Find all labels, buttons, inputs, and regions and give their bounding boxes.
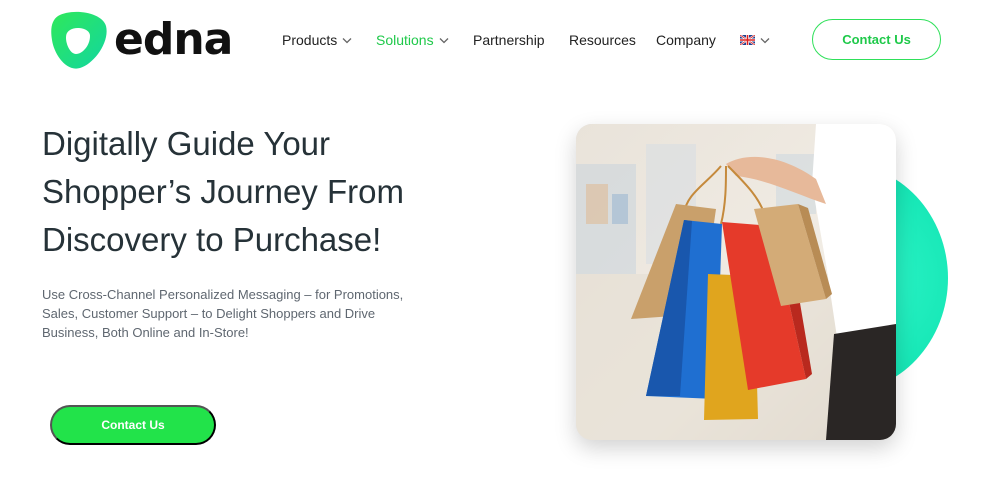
brand-name: edna: [114, 14, 233, 65]
nav-item-label: Solutions: [376, 32, 434, 48]
language-selector[interactable]: [740, 30, 770, 50]
chevron-down-icon: [439, 37, 449, 43]
hero-title: Digitally Guide Your Shopper’s Journey F…: [42, 125, 404, 258]
chevron-down-icon: [760, 37, 770, 43]
site-header: edna Products Solutions Partnership Reso…: [0, 0, 986, 80]
edna-logo-mark-icon: [51, 11, 107, 69]
hero-subtitle: Use Cross-Channel Personalized Messaging…: [42, 287, 404, 340]
uk-flag-icon: [740, 35, 755, 45]
nav-item-products[interactable]: Products: [282, 30, 376, 50]
edna-logo[interactable]: edna: [50, 10, 233, 70]
hero-contact-button[interactable]: Contact Us: [50, 405, 216, 445]
nav-item-partnership[interactable]: Partnership: [473, 30, 569, 50]
shopping-bags-photo: [576, 124, 896, 440]
nav-item-label: Products: [282, 32, 338, 48]
shopping-bags-illustration: [576, 124, 896, 440]
main-nav: Products Solutions Partnership Resources…: [282, 30, 770, 50]
chevron-down-icon: [342, 37, 352, 43]
nav-item-company[interactable]: Company: [656, 30, 740, 50]
header-contact-button[interactable]: Contact Us: [812, 19, 941, 60]
nav-item-label: Resources: [569, 32, 636, 48]
nav-item-solutions[interactable]: Solutions: [376, 30, 473, 50]
nav-item-label: Partnership: [473, 32, 545, 48]
nav-item-label: Company: [656, 32, 716, 48]
nav-item-resources[interactable]: Resources: [569, 30, 656, 50]
